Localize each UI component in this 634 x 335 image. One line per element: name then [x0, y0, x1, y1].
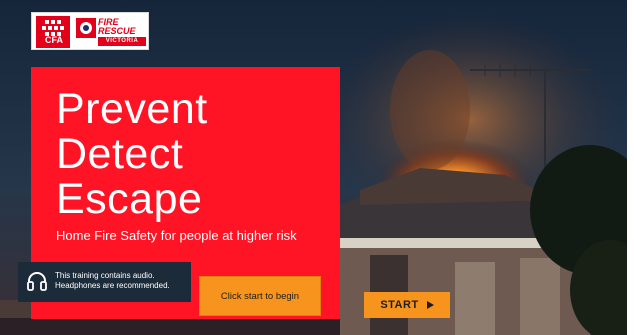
partner-logos: CFA FIRE RESCUE VICTORIA	[31, 12, 149, 50]
play-icon	[426, 301, 434, 309]
frv-logo-text-victoria: VICTORIA	[98, 37, 146, 46]
course-title: Prevent Detect Escape	[56, 87, 208, 222]
begin-prompt: Click start to begin	[199, 276, 321, 316]
audio-notice-text: This training contains audio. Headphones…	[55, 271, 195, 291]
start-button[interactable]: START	[364, 292, 450, 318]
cfa-logo-label: CFA	[45, 35, 63, 45]
audio-notice-line2: Headphones are recommended.	[55, 281, 170, 290]
frv-logo-text-rescue: RESCUE	[98, 26, 136, 36]
course-subtitle: Home Fire Safety for people at higher ri…	[56, 228, 297, 243]
audio-notice-line1: This training contains audio.	[55, 271, 155, 280]
title-line-escape: Escape	[56, 175, 203, 223]
start-button-label: START	[380, 299, 419, 311]
title-line-prevent: Prevent	[56, 85, 208, 133]
course-title-screen: CFA FIRE RESCUE VICTORIA Prevent Detect …	[0, 0, 634, 335]
right-edge-strip	[627, 0, 634, 335]
title-line-detect: Detect	[56, 130, 184, 178]
frv-logo-icon	[76, 18, 96, 38]
headphones-icon	[27, 272, 47, 291]
audio-notice: This training contains audio. Headphones…	[18, 262, 191, 302]
